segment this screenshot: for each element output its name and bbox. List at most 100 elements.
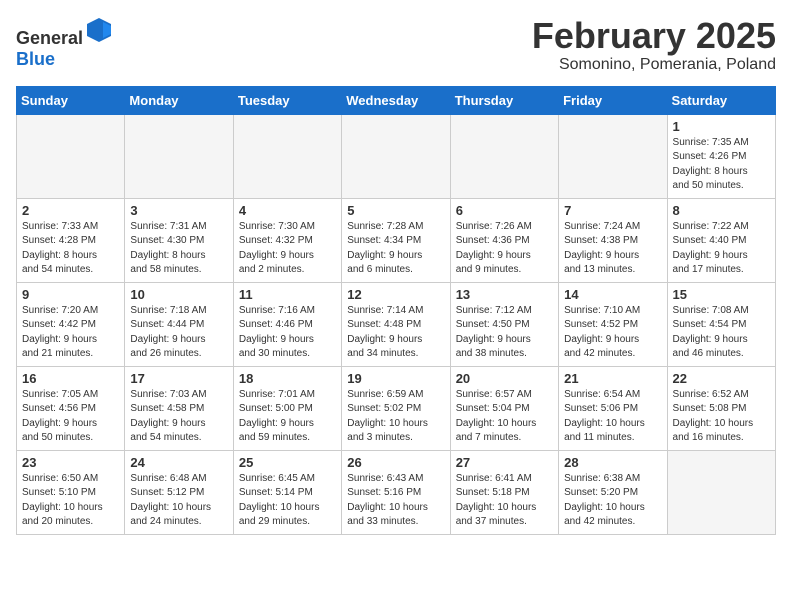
day-number: 20: [456, 371, 553, 386]
calendar-cell: 8Sunrise: 7:22 AM Sunset: 4:40 PM Daylig…: [667, 198, 775, 282]
calendar-cell: [450, 114, 558, 198]
day-number: 22: [673, 371, 770, 386]
day-info: Sunrise: 7:10 AM Sunset: 4:52 PM Dayligh…: [564, 304, 661, 362]
calendar-cell: 26Sunrise: 6:43 AM Sunset: 5:16 PM Dayli…: [342, 450, 450, 534]
month-title: February 2025: [532, 16, 776, 56]
day-info: Sunrise: 6:54 AM Sunset: 5:06 PM Dayligh…: [564, 388, 661, 446]
calendar-cell: [559, 114, 667, 198]
logo-blue: Blue: [16, 49, 55, 69]
day-number: 16: [22, 371, 119, 386]
day-number: 11: [239, 287, 336, 302]
calendar-cell: 19 Sunrise: 6:59 AM Sunset: 5:02 PM Dayli…: [342, 366, 450, 450]
calendar-cell: 9 Sunrise: 7:20 AM Sunset: 4:42 PM Daylig…: [17, 282, 125, 366]
calendar-cell: 4 Sunrise: 7:30 AM Sunset: 4:32 PM Daylig…: [233, 198, 341, 282]
week-row-3: 9 Sunrise: 7:20 AM Sunset: 4:42 PM Daylig…: [17, 282, 776, 366]
calendar-cell: 14 Sunrise: 7:10 AM Sunset: 4:52 PM Dayli…: [559, 282, 667, 366]
day-header-saturday: Saturday: [667, 86, 775, 114]
day-number: 10: [130, 287, 227, 302]
day-info: Sunrise: 6:45 AM Sunset: 5:14 PM Dayligh…: [239, 472, 336, 530]
day-info: Sunrise: 6:57 AM Sunset: 5:04 PM Dayligh…: [456, 388, 553, 446]
day-info: Sunrise: 7:18 AM Sunset: 4:44 PM Dayligh…: [130, 304, 227, 362]
calendar-cell: 16Sunrise: 7:05 AM Sunset: 4:56 PM Dayli…: [17, 366, 125, 450]
day-number: 2: [22, 203, 119, 218]
day-info: Sunrise: 7:26 AM Sunset: 4:36 PM Dayligh…: [456, 220, 553, 278]
day-number: 12: [347, 287, 444, 302]
calendar-cell: [17, 114, 125, 198]
calendar-cell: 1 Sunrise: 7:35 AM Sunset: 4:26 PM Daylig…: [667, 114, 775, 198]
day-header-thursday: Thursday: [450, 86, 558, 114]
day-number: 4: [239, 203, 336, 218]
calendar-cell: 24Sunrise: 6:48 AM Sunset: 5:12 PM Dayli…: [125, 450, 233, 534]
day-info: Sunrise: 6:59 AM Sunset: 5:02 PM Dayligh…: [347, 388, 444, 446]
day-info: Sunrise: 7:35 AM Sunset: 4:26 PM Dayligh…: [673, 136, 770, 194]
calendar-cell: 3 Sunrise: 7:31 AM Sunset: 4:30 PM Daylig…: [125, 198, 233, 282]
calendar-cell: [342, 114, 450, 198]
day-info: Sunrise: 7:12 AM Sunset: 4:50 PM Dayligh…: [456, 304, 553, 362]
day-info: Sunrise: 7:24 AM Sunset: 4:38 PM Dayligh…: [564, 220, 661, 278]
day-number: 9: [22, 287, 119, 302]
day-header-sunday: Sunday: [17, 86, 125, 114]
day-info: Sunrise: 6:43 AM Sunset: 5:16 PM Dayligh…: [347, 472, 444, 530]
day-info: Sunrise: 7:08 AM Sunset: 4:54 PM Dayligh…: [673, 304, 770, 362]
calendar-cell: 2Sunrise: 7:33 AM Sunset: 4:28 PM Daylig…: [17, 198, 125, 282]
logo: General Blue: [16, 16, 113, 70]
days-header-row: SundayMondayTuesdayWednesdayThursdayFrid…: [17, 86, 776, 114]
week-row-1: 1 Sunrise: 7:35 AM Sunset: 4:26 PM Daylig…: [17, 114, 776, 198]
day-info: Sunrise: 7:31 AM Sunset: 4:30 PM Dayligh…: [130, 220, 227, 278]
day-number: 19: [347, 371, 444, 386]
day-number: 8: [673, 203, 770, 218]
day-number: 1: [673, 119, 770, 134]
calendar-cell: 27 Sunrise: 6:41 AM Sunset: 5:18 PM Dayli…: [450, 450, 558, 534]
calendar-cell: [233, 114, 341, 198]
day-info: Sunrise: 6:48 AM Sunset: 5:12 PM Dayligh…: [130, 472, 227, 530]
week-row-4: 16Sunrise: 7:05 AM Sunset: 4:56 PM Dayli…: [17, 366, 776, 450]
day-number: 28: [564, 455, 661, 470]
calendar-cell: 18 Sunrise: 7:01 AM Sunset: 5:00 PM Dayli…: [233, 366, 341, 450]
calendar-cell: 6 Sunrise: 7:26 AM Sunset: 4:36 PM Daylig…: [450, 198, 558, 282]
calendar-cell: 13 Sunrise: 7:12 AM Sunset: 4:50 PM Dayli…: [450, 282, 558, 366]
day-number: 13: [456, 287, 553, 302]
logo-text: General Blue: [16, 16, 113, 70]
day-info: Sunrise: 7:03 AM Sunset: 4:58 PM Dayligh…: [130, 388, 227, 446]
day-number: 18: [239, 371, 336, 386]
day-info: Sunrise: 7:14 AM Sunset: 4:48 PM Dayligh…: [347, 304, 444, 362]
calendar-cell: 25 Sunrise: 6:45 AM Sunset: 5:14 PM Dayli…: [233, 450, 341, 534]
day-number: 23: [22, 455, 119, 470]
calendar-cell: 21Sunrise: 6:54 AM Sunset: 5:06 PM Dayli…: [559, 366, 667, 450]
day-header-wednesday: Wednesday: [342, 86, 450, 114]
location-title: Somonino, Pomerania, Poland: [532, 56, 776, 74]
week-row-5: 23 Sunrise: 6:50 AM Sunset: 5:10 PM Dayli…: [17, 450, 776, 534]
day-info: Sunrise: 7:16 AM Sunset: 4:46 PM Dayligh…: [239, 304, 336, 362]
page-header: General Blue February 2025 Somonino, Pom…: [16, 16, 776, 74]
day-info: Sunrise: 6:50 AM Sunset: 5:10 PM Dayligh…: [22, 472, 119, 530]
day-number: 6: [456, 203, 553, 218]
calendar-cell: [667, 450, 775, 534]
day-number: 14: [564, 287, 661, 302]
calendar-cell: 15 Sunrise: 7:08 AM Sunset: 4:54 PM Dayli…: [667, 282, 775, 366]
calendar-cell: [125, 114, 233, 198]
calendar-cell: 23 Sunrise: 6:50 AM Sunset: 5:10 PM Dayli…: [17, 450, 125, 534]
title-section: February 2025 Somonino, Pomerania, Polan…: [532, 16, 776, 74]
calendar-cell: 5Sunrise: 7:28 AM Sunset: 4:34 PM Daylig…: [342, 198, 450, 282]
calendar-cell: 17 Sunrise: 7:03 AM Sunset: 4:58 PM Dayli…: [125, 366, 233, 450]
day-number: 7: [564, 203, 661, 218]
day-info: Sunrise: 6:38 AM Sunset: 5:20 PM Dayligh…: [564, 472, 661, 530]
calendar-cell: 7 Sunrise: 7:24 AM Sunset: 4:38 PM Daylig…: [559, 198, 667, 282]
day-number: 27: [456, 455, 553, 470]
day-number: 15: [673, 287, 770, 302]
calendar-cell: 11 Sunrise: 7:16 AM Sunset: 4:46 PM Dayli…: [233, 282, 341, 366]
day-header-tuesday: Tuesday: [233, 86, 341, 114]
day-number: 25: [239, 455, 336, 470]
day-number: 3: [130, 203, 227, 218]
day-number: 17: [130, 371, 227, 386]
day-info: Sunrise: 7:01 AM Sunset: 5:00 PM Dayligh…: [239, 388, 336, 446]
calendar-table: SundayMondayTuesdayWednesdayThursdayFrid…: [16, 86, 776, 535]
day-info: Sunrise: 6:41 AM Sunset: 5:18 PM Dayligh…: [456, 472, 553, 530]
calendar-cell: 12 Sunrise: 7:14 AM Sunset: 4:48 PM Dayli…: [342, 282, 450, 366]
week-row-2: 2Sunrise: 7:33 AM Sunset: 4:28 PM Daylig…: [17, 198, 776, 282]
day-info: Sunrise: 7:20 AM Sunset: 4:42 PM Dayligh…: [22, 304, 119, 362]
logo-icon: [85, 16, 113, 44]
day-info: Sunrise: 7:30 AM Sunset: 4:32 PM Dayligh…: [239, 220, 336, 278]
calendar-cell: 28 Sunrise: 6:38 AM Sunset: 5:20 PM Dayli…: [559, 450, 667, 534]
day-header-friday: Friday: [559, 86, 667, 114]
